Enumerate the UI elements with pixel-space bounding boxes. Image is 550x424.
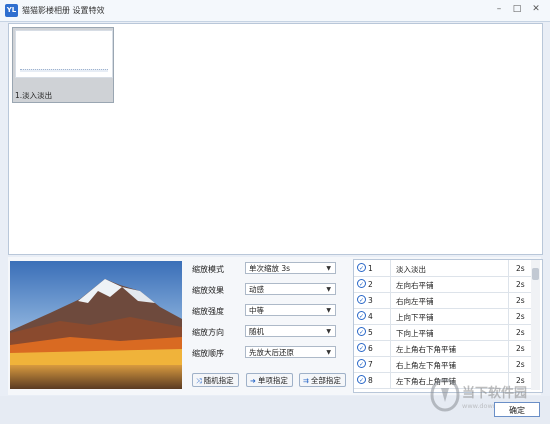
zoom-mode-label: 缩放模式 <box>192 265 224 274</box>
zoom-direction-select[interactable]: 随机 ▼ <box>245 325 336 337</box>
zoom-mode-select[interactable]: 单次缩放 3s ▼ <box>245 262 336 274</box>
thumbnail-label: 1.淡入淡出 <box>15 91 53 100</box>
zoom-order-select[interactable]: 先放大后还原 ▼ <box>245 346 336 358</box>
chevron-down-icon: ▼ <box>326 328 331 335</box>
minimize-button[interactable]: – <box>492 2 506 16</box>
zoom-strength-label: 缩放强度 <box>192 307 224 316</box>
effects-list: ✓ 1 淡入淡出 2s ✓ 2 左向右平铺 2s ✓ 3 右向左平铺 2s ✓ … <box>353 259 543 393</box>
zoom-direction-label: 缩放方向 <box>192 328 224 337</box>
shuffle-icon: ⤨ <box>196 377 202 385</box>
thumbnail-image <box>15 30 113 78</box>
ok-button[interactable]: 确定 <box>494 402 540 417</box>
single-assign-button[interactable]: ➜ 单项指定 <box>246 373 293 387</box>
scrollbar-thumb[interactable] <box>532 268 539 280</box>
zoom-effect-select[interactable]: 动感 ▼ <box>245 283 336 295</box>
assign-all-button[interactable]: ⇉ 全部指定 <box>299 373 346 387</box>
effect-icon: ✓ <box>357 327 366 336</box>
list-item[interactable]: ✓ 5 下向上平铺 2s <box>354 324 532 341</box>
window-title: 猫猫影楼相册 设置特效 <box>22 6 105 15</box>
list-item[interactable]: ✓ 6 左上角右下角平铺 2s <box>354 340 532 357</box>
chevron-down-icon: ▼ <box>326 307 331 314</box>
watermark-logo-icon <box>430 378 460 412</box>
chevron-down-icon: ▼ <box>326 286 331 293</box>
zoom-order-label: 缩放顺序 <box>192 349 224 358</box>
watermark-name: 当下软件园 <box>462 386 528 401</box>
zoom-effect-label: 缩放效果 <box>192 286 224 295</box>
title-bar: YL 猫猫影楼相册 设置特效 – □ ✕ <box>0 0 550 22</box>
close-button[interactable]: ✕ <box>529 2 543 16</box>
thumbnail-gallery: 1.淡入淡出 <box>8 23 543 255</box>
thumbnail-item[interactable]: 1.淡入淡出 <box>12 27 114 103</box>
effect-icon: ✓ <box>357 359 366 368</box>
arrow-right-icon: ➜ <box>250 377 256 385</box>
maximize-button[interactable]: □ <box>510 2 524 16</box>
effect-icon: ✓ <box>357 375 366 384</box>
effect-icon: ✓ <box>357 279 366 288</box>
zoom-strength-select[interactable]: 中等 ▼ <box>245 304 336 316</box>
list-item[interactable]: ✓ 2 左向右平铺 2s <box>354 276 532 293</box>
effect-icon: ✓ <box>357 295 366 304</box>
list-item[interactable]: ✓ 4 上向下平铺 2s <box>354 308 532 325</box>
preview-image <box>10 261 182 389</box>
random-assign-button[interactable]: ⤨ 随机指定 <box>192 373 239 387</box>
effect-icon: ✓ <box>357 343 366 352</box>
effect-icon: ✓ <box>357 311 366 320</box>
app-icon: YL <box>5 4 18 17</box>
double-arrow-icon: ⇉ <box>303 377 309 385</box>
list-item[interactable]: ✓ 7 右上角左下角平铺 2s <box>354 356 532 373</box>
chevron-down-icon: ▼ <box>326 265 331 272</box>
chevron-down-icon: ▼ <box>326 349 331 356</box>
list-item[interactable]: ✓ 3 右向左平铺 2s <box>354 292 532 309</box>
list-item[interactable]: ✓ 1 淡入淡出 2s <box>354 260 532 277</box>
effect-icon: ✓ <box>357 263 366 272</box>
list-scrollbar[interactable] <box>531 260 540 390</box>
